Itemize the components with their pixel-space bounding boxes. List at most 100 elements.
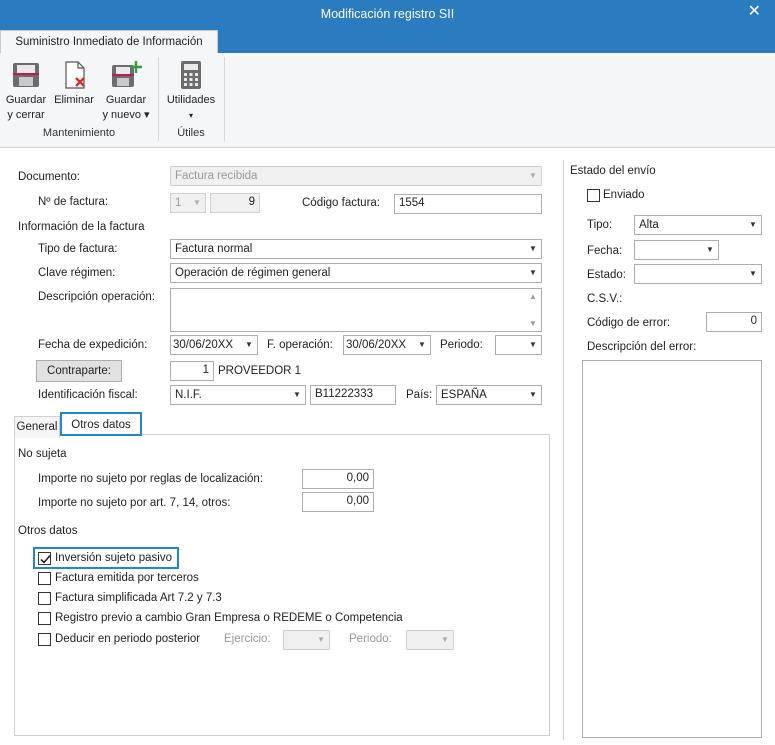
window-title: Modificación registro SII <box>320 7 455 21</box>
delete-label: Eliminar <box>54 94 94 106</box>
contraparte-name: PROVEEDOR 1 <box>218 365 302 377</box>
identificacion-tipo-value: N.I.F. <box>175 389 202 401</box>
checkmark-icon <box>40 554 51 564</box>
f-operacion-value: 30/06/20XX <box>346 339 407 351</box>
info-factura-heading: Información de la factura <box>18 221 145 233</box>
chevron-down-icon: ▼ <box>529 268 537 277</box>
ribbon-separator <box>158 57 159 141</box>
tab-general[interactable]: General <box>14 416 60 438</box>
save-close-button[interactable]: Guardar y cerrar <box>4 59 48 123</box>
utilities-button[interactable]: Utilidades ▾ <box>164 59 218 123</box>
identificacion-fiscal-input[interactable]: B11222333 <box>310 385 396 405</box>
descripcion-error-label: Descripción del error: <box>587 341 697 353</box>
periodo-deducir-select: ▼ <box>406 630 454 650</box>
importe-art-label: Importe no sujeto por art. 7, 14, otros: <box>38 497 231 509</box>
inversion-sujeto-pasivo-label: Inversión sujeto pasivo <box>55 552 172 564</box>
title-bar: Modificación registro SII ✕ <box>0 0 775 30</box>
fecha-picker[interactable]: ▼ <box>634 240 719 260</box>
ribbon-separator <box>224 57 225 141</box>
deducir-periodo-checkbox[interactable] <box>38 633 51 646</box>
periodo-label: Periodo: <box>440 339 483 351</box>
estado-select[interactable]: ▼ <box>634 264 762 284</box>
close-icon[interactable]: ✕ <box>748 3 761 21</box>
identificacion-fiscal-label: Identificación fiscal: <box>38 389 138 401</box>
ribbon-tab-sii[interactable]: Suministro Inmediato de Información <box>0 30 218 54</box>
estado-label: Estado: <box>587 269 626 281</box>
factura-terceros-label: Factura emitida por terceros <box>55 572 199 584</box>
descripcion-operacion-label: Descripción operación: <box>38 291 155 303</box>
chevron-down-icon: ▼ <box>529 390 537 399</box>
deducir-periodo-label: Deducir en periodo posterior <box>55 633 201 645</box>
scroll-up-icon[interactable]: ▲ <box>525 292 541 301</box>
descripcion-error-textarea[interactable] <box>582 360 762 738</box>
calculator-icon <box>181 61 201 89</box>
chevron-down-icon: ▼ <box>193 198 201 207</box>
clave-regimen-label: Clave régimen: <box>38 267 116 279</box>
periodo-select[interactable]: ▼ <box>495 335 542 355</box>
fecha-label: Fecha: <box>587 245 623 257</box>
codigo-factura-input[interactable]: 1554 <box>394 194 542 214</box>
descripcion-operacion-textarea[interactable]: ▲ ▼ <box>170 288 542 332</box>
chevron-down-icon: ▼ <box>529 171 537 180</box>
csv-label: C.S.V.: <box>587 293 623 305</box>
tipo-label: Tipo: <box>587 219 613 231</box>
no-sujeta-heading: No sujeta <box>18 448 67 460</box>
codigo-error-input[interactable]: 0 <box>706 312 762 332</box>
registro-previo-checkbox[interactable] <box>38 612 51 625</box>
factura-terceros-checkbox[interactable] <box>38 572 51 585</box>
ejercicio-label: Ejercicio: <box>224 633 271 645</box>
chevron-down-icon: ▼ <box>245 340 253 349</box>
tipo-factura-select[interactable]: Factura normal ▼ <box>170 239 542 259</box>
chevron-down-icon: ▼ <box>749 269 757 278</box>
chevron-down-icon: ▼ <box>529 340 537 349</box>
identificacion-tipo-select[interactable]: N.I.F. ▼ <box>170 385 306 405</box>
tipo-value: Alta <box>639 219 659 231</box>
serie-value: 1 <box>175 197 182 209</box>
factura-simplificada-label: Factura simplificada Art 7.2 y 7.3 <box>55 592 222 604</box>
group-utiles-label: Útiles <box>177 127 205 139</box>
ejercicio-select: ▼ <box>283 630 330 650</box>
vertical-scrollbar[interactable]: ▲ ▼ <box>525 289 541 331</box>
num-factura-label: Nº de factura: <box>38 196 109 208</box>
chevron-down-icon: ▼ <box>293 390 301 399</box>
chevron-down-icon: ▼ <box>418 340 426 349</box>
tab-otros-datos[interactable]: Otros datos <box>60 412 142 436</box>
chevron-down-icon: ▼ <box>441 635 449 644</box>
tipo-select[interactable]: Alta ▼ <box>634 215 762 235</box>
documento-select: Factura recibida ▼ <box>170 166 542 186</box>
ribbon: Guardar y cerrar Eliminar Guardar y nuev… <box>0 53 775 148</box>
save-new-icon <box>112 61 142 87</box>
chevron-down-icon: ▼ <box>317 635 325 644</box>
f-operacion-label: F. operación: <box>267 339 333 351</box>
utilities-dropdown-glyph: ▾ <box>188 111 193 120</box>
contraparte-button[interactable]: Contraparte: <box>36 360 122 382</box>
vertical-divider <box>563 160 564 740</box>
codigo-factura-label: Código factura: <box>302 197 380 209</box>
fecha-expedicion-value: 30/06/20XX <box>173 339 234 351</box>
serie-select: 1 ▼ <box>170 193 206 213</box>
scroll-down-icon[interactable]: ▼ <box>525 319 541 328</box>
estado-envio-heading: Estado del envío <box>570 165 656 177</box>
factura-simplificada-checkbox[interactable] <box>38 592 51 605</box>
chevron-down-icon: ▼ <box>706 245 714 254</box>
fecha-expedicion-picker[interactable]: 30/06/20XX ▼ <box>170 335 258 355</box>
enviado-label: Enviado <box>603 189 645 201</box>
save-new-button[interactable]: Guardar y nuevo ▾ <box>100 59 152 123</box>
enviado-checkbox[interactable] <box>587 189 600 202</box>
pais-value: ESPAÑA <box>441 389 487 401</box>
contraparte-code-input[interactable]: 1 <box>170 361 214 381</box>
clave-regimen-select[interactable]: Operación de régimen general ▼ <box>170 263 542 283</box>
clave-regimen-value: Operación de régimen general <box>175 267 331 279</box>
delete-button[interactable]: Eliminar <box>52 59 96 108</box>
f-operacion-picker[interactable]: 30/06/20XX ▼ <box>343 335 431 355</box>
importe-art-input[interactable]: 0,00 <box>302 492 374 512</box>
pais-label: País: <box>406 389 433 401</box>
save-close-label-2: y cerrar <box>7 109 45 121</box>
pais-select[interactable]: ESPAÑA ▼ <box>436 385 542 405</box>
importe-reglas-input[interactable]: 0,00 <box>302 469 374 489</box>
documento-value: Factura recibida <box>175 170 258 182</box>
save-new-label-2: y nuevo ▾ <box>102 109 150 121</box>
save-close-label-1: Guardar <box>5 94 47 106</box>
inversion-sujeto-pasivo-checkbox[interactable] <box>38 552 51 565</box>
codigo-error-label: Código de error: <box>587 317 671 329</box>
